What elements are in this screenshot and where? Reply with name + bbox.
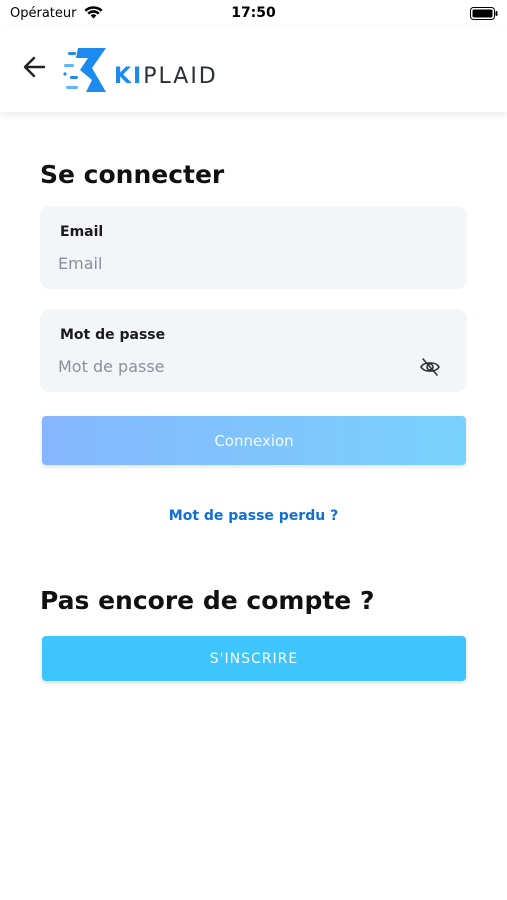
app-header: KIPLAID [0, 28, 507, 112]
logo-text-rest: PLAID [143, 64, 218, 89]
email-field[interactable]: Email [40, 206, 467, 289]
login-button[interactable]: Connexion [42, 416, 466, 465]
signup-title: Pas encore de compte ? [40, 586, 375, 615]
back-button[interactable] [18, 50, 52, 84]
password-field[interactable]: Mot de passe [40, 309, 467, 392]
forgot-password-link[interactable]: Mot de passe perdu ? [0, 508, 507, 524]
logo-text-accent: KI [114, 64, 144, 89]
password-label: Mot de passe [60, 327, 166, 343]
eye-off-icon [420, 358, 440, 376]
login-screen: Opérateur 17:50 KIPLAID Se connecter Ema… [0, 0, 507, 900]
status-bar: Opérateur 17:50 [0, 0, 507, 28]
battery-icon [470, 7, 498, 20]
logo-text: KIPLAID [114, 64, 218, 89]
password-visibility-toggle[interactable] [419, 357, 441, 377]
status-time: 17:50 [231, 5, 276, 21]
email-label: Email [60, 224, 104, 240]
password-input[interactable] [58, 353, 408, 379]
kiplaid-logo: KIPLAID [62, 42, 222, 98]
email-input[interactable] [58, 250, 408, 276]
signup-button[interactable]: S'INSCRIRE [42, 636, 466, 681]
logo-mark-icon [63, 48, 106, 92]
login-title: Se connecter [40, 160, 225, 189]
arrow-left-icon [23, 56, 46, 78]
